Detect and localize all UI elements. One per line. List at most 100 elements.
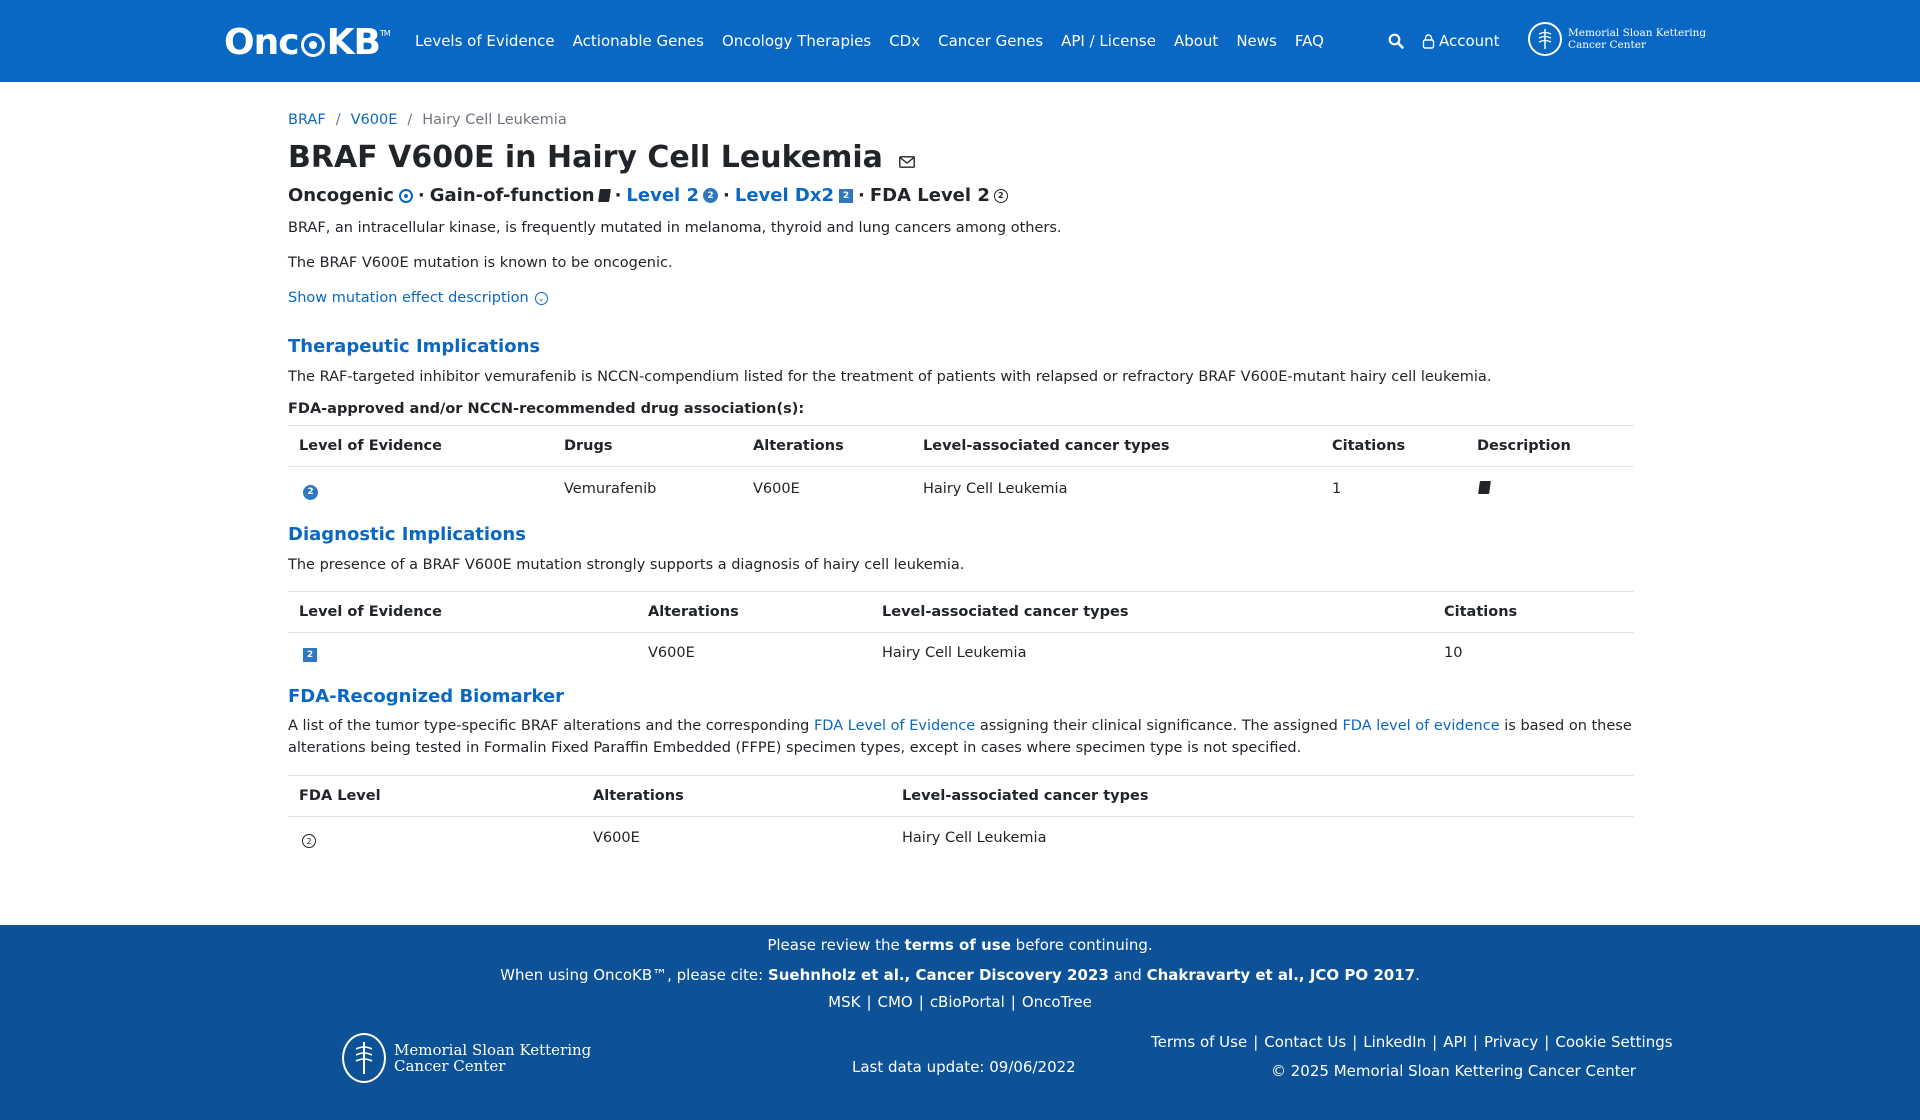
footer-msk-logo[interactable]: Memorial Sloan Kettering Cancer Center [342, 1033, 591, 1083]
dx-level-link[interactable]: Level Dx2 [735, 185, 834, 206]
nav-oncology-therapies[interactable]: Oncology Therapies [722, 32, 871, 50]
search-icon[interactable] [1388, 33, 1404, 49]
msk-seal-icon [342, 1033, 386, 1083]
msk-logo-line1: Memorial Sloan Kettering [1568, 27, 1707, 39]
cookie-settings-link[interactable]: Cookie Settings [1555, 1033, 1672, 1051]
col-level[interactable]: Level of Evidence [288, 590, 637, 633]
top-navbar: Onc KB TM Levels of Evidence Actionable Ge… [0, 0, 1920, 82]
table-row: 2 V600E Hairy Cell Leukemia [288, 816, 1634, 860]
col-cancer-types[interactable]: Level-associated cancer types [871, 590, 1433, 633]
dx-level-2-icon[interactable]: 2 [303, 647, 317, 662]
diagnostic-table: Level of Evidence Alterations Level-asso… [288, 590, 1634, 674]
col-citations[interactable]: Citations [1433, 590, 1634, 633]
nav-actionable-genes[interactable]: Actionable Genes [573, 32, 704, 50]
nav-links: Levels of Evidence Actionable Genes Onco… [415, 0, 1342, 82]
show-mutation-effect-link[interactable]: Show mutation effect description ⌄ [288, 290, 1634, 306]
copyright: © 2025 Memorial Sloan Kettering Cancer C… [1271, 1062, 1636, 1080]
col-level[interactable]: Level of Evidence [288, 425, 553, 467]
msk-link[interactable]: MSK [828, 993, 860, 1011]
fda-level-of-evidence-link-2[interactable]: FDA level of evidence [1342, 718, 1499, 734]
table-header-row: Level of Evidence Alterations Level-asso… [288, 590, 1634, 633]
alteration-cell: V600E [593, 830, 640, 847]
book-icon[interactable] [597, 189, 611, 202]
oncokb-logo[interactable]: Onc KB TM [224, 22, 391, 63]
table-row: 2 V600E Hairy Cell Leukemia 10 [288, 632, 1634, 674]
summary-line: Oncogenic · Gain-of-function · Level 2 2… [288, 185, 1634, 206]
breadcrumb: BRAF / V600E / Hairy Cell Leukemia [288, 112, 567, 128]
fda-level-2-icon: 2 [993, 188, 1008, 203]
citations-cell[interactable]: 10 [1433, 632, 1634, 674]
citation-link-2[interactable]: Chakravarty et al., JCO PO 2017 [1147, 966, 1416, 984]
col-description[interactable]: Description [1466, 425, 1634, 467]
breadcrumb-cancer-type: Hairy Cell Leukemia [422, 112, 567, 128]
msk-logo[interactable]: Memorial Sloan Kettering Cancer Center [1528, 22, 1706, 56]
contact-link[interactable]: Contact Us [1264, 1033, 1346, 1051]
col-fda-level[interactable]: FDA Level [288, 774, 582, 817]
terms-notice: Please review the terms of use before co… [767, 936, 1153, 954]
col-alterations[interactable]: Alterations [742, 425, 912, 467]
oncogenic-target-icon [398, 188, 413, 203]
nav-cdx[interactable]: CDx [889, 32, 920, 50]
drug-cell: Vemurafenib [564, 481, 657, 498]
cmo-link[interactable]: CMO [878, 993, 913, 1011]
oncogenic-label: Oncogenic [288, 185, 394, 206]
alteration-cell: V600E [753, 481, 800, 498]
breadcrumb-gene[interactable]: BRAF [288, 112, 326, 128]
fda-description: A list of the tumor type-specific BRAF a… [288, 717, 1632, 756]
drug-association-heading: FDA-approved and/or NCCN-recommended dru… [288, 401, 805, 417]
col-cancer-types[interactable]: Level-associated cancer types [891, 774, 1634, 817]
account-label: Account [1439, 32, 1500, 50]
table-header-row: FDA Level Alterations Level-associated c… [288, 774, 1634, 817]
mutation-description: The BRAF V600E mutation is known to be o… [288, 255, 673, 271]
logo-target-icon [300, 32, 325, 57]
cancer-type-cell: Hairy Cell Leukemia [923, 481, 1068, 498]
oncotree-link[interactable]: OncoTree [1022, 993, 1092, 1011]
level-2-icon: 2 [703, 188, 718, 203]
nav-api-license[interactable]: API / License [1061, 32, 1156, 50]
citations-cell[interactable]: 1 [1321, 467, 1466, 512]
gene-description: BRAF, an intracellular kinase, is freque… [288, 220, 1062, 236]
alteration-cell: V600E [648, 645, 695, 661]
mutation-effect-label: Gain-of-function [429, 185, 595, 206]
terms-of-use-link[interactable]: terms of use [905, 936, 1011, 954]
citation-notice: When using OncoKB™, please cite: Suehnho… [500, 966, 1420, 984]
col-citations[interactable]: Citations [1321, 425, 1466, 467]
fda-title: FDA-Recognized Biomarker [288, 685, 565, 707]
breadcrumb-alteration[interactable]: V600E [351, 112, 398, 128]
account-button[interactable]: Account [1422, 32, 1500, 50]
col-cancer-types[interactable]: Level-associated cancer types [912, 425, 1321, 467]
footer-right-links: Terms of Use | Contact Us | LinkedIn | API | Pri… [1151, 1033, 1673, 1051]
col-alterations[interactable]: Alterations [582, 774, 891, 817]
nav-faq[interactable]: FAQ [1295, 32, 1324, 50]
therapeutic-title: Therapeutic Implications [288, 336, 541, 357]
linkedin-link[interactable]: LinkedIn [1363, 1033, 1426, 1051]
page-title: BRAF V600E in Hairy Cell Leukemia [288, 140, 1634, 175]
citation-link-1[interactable]: Suehnholz et al., Cancer Discovery 2023 [768, 966, 1109, 984]
nav-cancer-genes[interactable]: Cancer Genes [938, 32, 1043, 50]
cancer-type-cell: Hairy Cell Leukemia [882, 645, 1027, 661]
nav-levels-of-evidence[interactable]: Levels of Evidence [415, 32, 555, 50]
mail-icon[interactable] [898, 155, 915, 168]
nav-about[interactable]: About [1174, 32, 1218, 50]
fda-level-label: FDA Level 2 [869, 185, 990, 206]
fda-level-of-evidence-link[interactable]: FDA Level of Evidence [814, 718, 975, 734]
dx-level-2-icon: 2 [838, 188, 853, 203]
privacy-link[interactable]: Privacy [1484, 1033, 1538, 1051]
diagnostic-description: The presence of a BRAF V600E mutation st… [288, 556, 965, 573]
api-link[interactable]: API [1443, 1033, 1467, 1051]
lock-icon [1422, 33, 1435, 49]
level-link[interactable]: Level 2 [626, 185, 699, 206]
chevron-down-circle-icon: ⌄ [534, 291, 548, 305]
fda-level-2-icon[interactable]: 2 [302, 834, 316, 848]
book-icon[interactable] [1478, 480, 1491, 494]
cbioportal-link[interactable]: cBioPortal [930, 993, 1005, 1011]
col-alterations[interactable]: Alterations [637, 590, 871, 633]
col-drugs[interactable]: Drugs [553, 425, 742, 467]
terms-link[interactable]: Terms of Use [1151, 1033, 1247, 1051]
level-2-icon[interactable]: 2 [303, 484, 318, 500]
fda-table: FDA Level Alterations Level-associated c… [288, 774, 1634, 861]
cancer-type-cell: Hairy Cell Leukemia [902, 830, 1047, 847]
table-header-row: Level of Evidence Drugs Alterations Leve… [288, 425, 1634, 467]
footer-partner-links: MSK | CMO | cBioPortal | OncoTree [828, 993, 1092, 1011]
nav-news[interactable]: News [1236, 32, 1277, 50]
